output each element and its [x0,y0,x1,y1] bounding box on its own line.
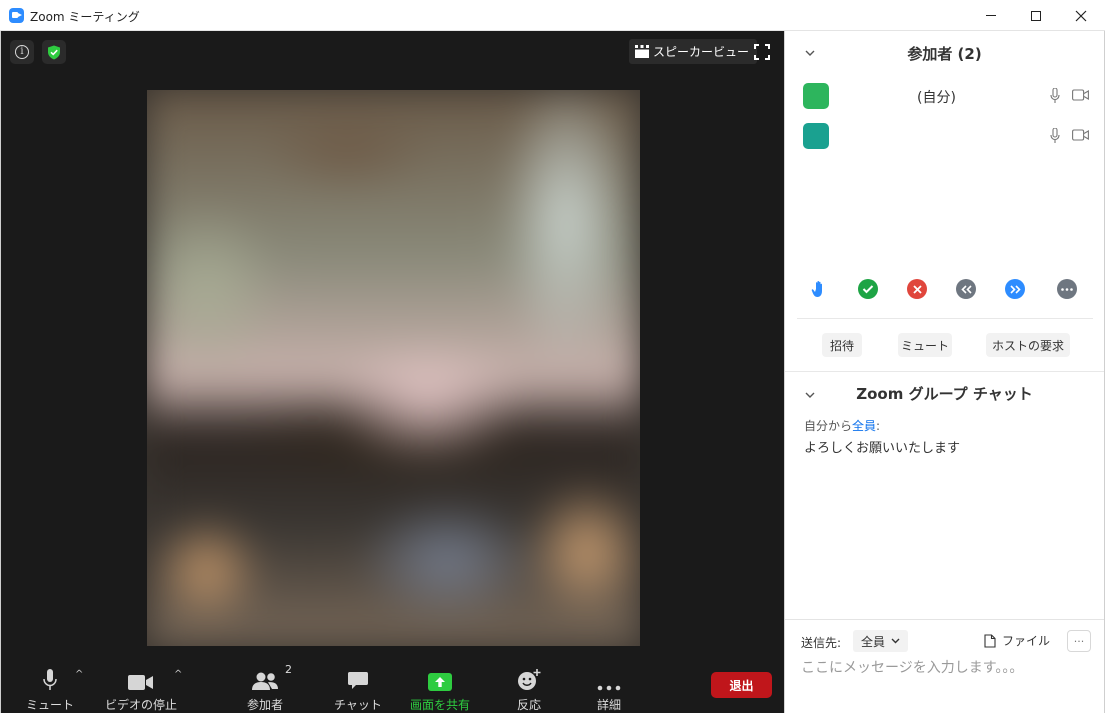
video-camera-icon[interactable] [1072,89,1089,101]
chat-message-text: よろしくお願いいたします [804,441,961,456]
more-dots-icon [597,685,621,691]
go-slower-icon[interactable] [956,279,976,299]
file-icon [984,633,996,648]
nonverbal-feedback-bar [785,279,1104,303]
view-grid-icon [635,45,649,58]
chat-bubble-icon [347,672,368,689]
reactions-label: 反応 [517,698,542,712]
stop-video-button[interactable]: ビデオの停止 [105,665,177,713]
stop-video-label: ビデオの停止 [105,698,178,712]
side-panel: 参加者 (2) (自分) 招待 ミュート ホストの要求 Zoom グループ チャ… [784,31,1105,713]
maximize-icon [1031,10,1041,21]
minimize-icon [986,15,996,16]
chat-label: チャット [334,698,382,712]
video-camera-icon [128,675,153,690]
chat-message-input[interactable] [797,655,1093,681]
mute-all-button[interactable]: ミュート [898,333,952,357]
audio-options-chevron-up-icon[interactable]: ^ [75,669,83,680]
title-bar: Zoom ミーティング [0,0,1105,31]
minimize-button[interactable] [968,0,1014,31]
participants-label: 参加者 [247,698,284,712]
encryption-button[interactable] [42,40,66,64]
zoom-app-icon [9,8,24,23]
emoji-add-icon [518,669,541,690]
go-faster-icon[interactable] [1005,279,1025,299]
microphone-icon[interactable] [1050,128,1060,144]
claim-host-button[interactable]: ホストの要求 [986,333,1070,357]
mute-label: ミュート [26,698,75,712]
close-window-button[interactable] [1058,0,1104,31]
participants-icon [252,672,278,690]
info-icon: i [15,45,29,59]
chat-sender: 自分から [804,419,853,433]
send-to-value: 全員 [861,634,886,649]
chat-separator: : [876,419,881,433]
participant-row[interactable] [785,117,1104,157]
raise-hand-icon[interactable] [809,279,829,299]
video-area: i スピーカービュー [0,31,784,713]
participant-name: (自分) [917,90,956,106]
window-title: Zoom ミーティング [30,10,140,24]
send-to-dropdown[interactable]: 全員 [853,630,909,652]
speaker-view-label: スピーカービュー [653,45,750,59]
chat-message-header: 自分から全員: [804,417,880,434]
close-icon [1075,10,1087,21]
participants-button[interactable]: 2 参加者 [247,663,292,713]
file-button[interactable]: ファイル [984,632,1050,649]
maximize-button[interactable] [1013,0,1059,31]
speaker-view-button[interactable]: スピーカービュー [629,39,758,64]
microphone-icon [43,669,57,690]
video-options-chevron-up-icon[interactable]: ^ [174,669,182,680]
divider [797,318,1093,319]
reactions-button[interactable]: 反応 [517,665,541,713]
share-screen-button[interactable]: 画面を共有 [410,665,470,713]
send-to-label: 送信先: [801,636,842,650]
chat-title: Zoom グループ チャット [856,385,1033,403]
shield-check-icon [48,45,60,59]
share-screen-icon [428,673,452,691]
video-camera-icon[interactable] [1072,129,1089,141]
chat-recipient[interactable]: 全員 [852,419,876,433]
microphone-icon[interactable] [1050,88,1060,104]
participant-row[interactable]: (自分) [785,77,1104,117]
chat-button[interactable]: チャット [334,665,382,713]
participants-title: 参加者 (2) [907,45,982,63]
chevron-down-icon [891,638,900,644]
more-label: 詳細 [597,698,622,712]
avatar [803,123,829,149]
blurred-video-feed [147,90,640,646]
invite-button[interactable]: 招待 [822,333,862,357]
leave-meeting-button[interactable]: 退出 [711,672,772,698]
share-screen-label: 画面を共有 [410,698,471,712]
chat-header: Zoom グループ チャット [785,372,1104,416]
meeting-info-button[interactable]: i [10,40,34,64]
divider [785,619,1104,620]
fullscreen-icon [754,44,770,60]
mute-button[interactable]: ミュート [26,665,74,713]
avatar [803,83,829,109]
participant-video [147,90,640,646]
yes-check-icon[interactable] [858,279,878,299]
no-x-icon[interactable] [907,279,927,299]
chat-more-button[interactable]: ··· [1067,630,1091,652]
more-icon[interactable] [1057,279,1077,299]
more-button[interactable]: 詳細 [597,665,621,713]
file-label: ファイル [1002,634,1051,648]
participants-header: 参加者 (2) [785,31,1104,75]
fullscreen-button[interactable] [753,43,771,61]
participants-count: 2 [285,663,292,676]
